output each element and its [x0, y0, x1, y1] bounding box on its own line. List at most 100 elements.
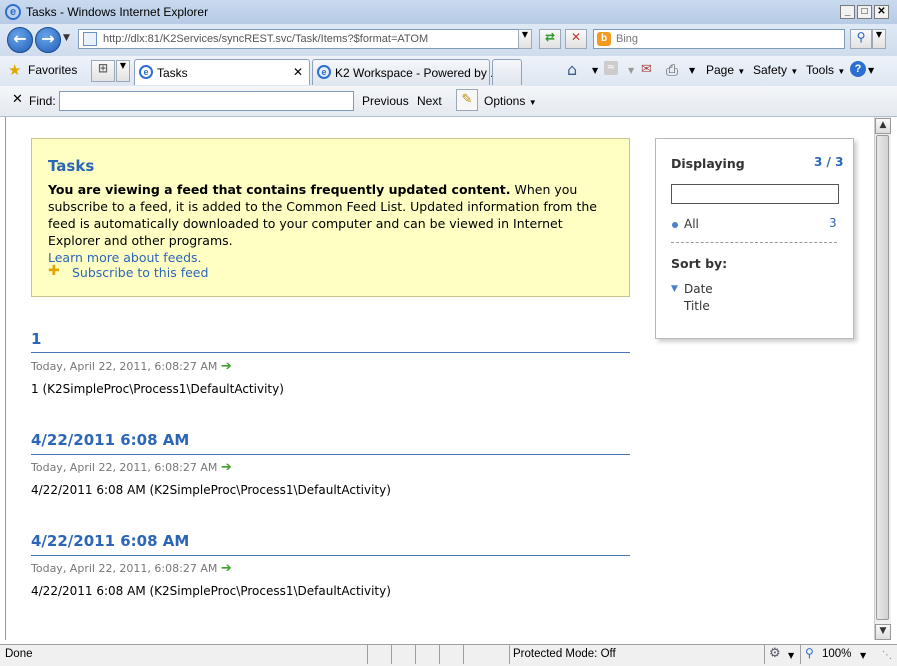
close-window-button[interactable]: ✕	[874, 5, 889, 19]
feed-item-date-text: Today, April 22, 2011, 6:08:27 AM	[31, 562, 218, 575]
close-tab-icon[interactable]: ✕	[293, 65, 303, 79]
help-dropdown-icon[interactable]: ▼	[868, 66, 874, 75]
page-menu[interactable]: Page ▼	[706, 63, 745, 77]
read-mail-icon[interactable]: ✉	[641, 62, 652, 77]
stop-icon[interactable]: ✕	[565, 29, 587, 49]
minimize-button[interactable]: _	[840, 5, 855, 19]
ie-tab-icon: e	[317, 65, 331, 79]
feed-item-date: Today, April 22, 2011, 6:08:27 AM ➔	[31, 561, 232, 576]
title-bar: e Tasks - Windows Internet Explorer _ □ …	[0, 0, 897, 25]
find-next-button[interactable]: Next	[417, 94, 442, 108]
feeds-icon[interactable]: ≈	[604, 61, 618, 75]
safety-menu-label: Safety	[753, 63, 788, 77]
feed-item-divider	[31, 454, 630, 455]
feed-item-title[interactable]: 4/22/2011 6:08 AM	[31, 431, 189, 449]
learn-more-link[interactable]: Learn more about feeds.	[48, 250, 202, 265]
panel-divider	[671, 242, 837, 243]
feed-item-divider	[31, 352, 630, 353]
feed-item-date-text: Today, April 22, 2011, 6:08:27 AM	[31, 461, 218, 474]
status-pane	[391, 645, 415, 664]
feed-item-title[interactable]: 1	[31, 330, 41, 348]
address-dropdown-button[interactable]: ▼	[518, 29, 532, 49]
refresh-icon[interactable]: ⇄	[539, 29, 561, 49]
maximize-button[interactable]: □	[857, 5, 872, 19]
tools-menu[interactable]: Tools ▼	[806, 63, 845, 77]
filter-all-count: 3	[829, 216, 837, 230]
status-pane	[415, 645, 439, 664]
tab-tasks[interactable]: e Tasks ✕	[134, 59, 310, 85]
new-tab-button[interactable]	[492, 59, 522, 85]
bullet-icon	[672, 222, 678, 228]
feed-item-date: Today, April 22, 2011, 6:08:27 AM ➔	[31, 460, 232, 475]
page-icon	[83, 32, 97, 46]
feed-item-body: 4/22/2011 6:08 AM (K2SimpleProc\Process1…	[31, 584, 391, 598]
status-text: Done	[5, 648, 33, 660]
favorites-button[interactable]: Favorites	[28, 63, 77, 77]
search-options-dropdown[interactable]: ▼	[872, 29, 886, 49]
zoom-level[interactable]: 100%	[822, 648, 851, 660]
tab-list-dropdown[interactable]: ▼	[116, 60, 130, 82]
sort-by-label: Sort by:	[671, 256, 728, 271]
feeds-dropdown-icon[interactable]: ▼	[628, 66, 634, 75]
tab-k2-workspace[interactable]: e K2 Workspace - Powered by ...	[312, 59, 500, 85]
print-icon[interactable]: ⎙	[666, 61, 678, 79]
banner-description: You are viewing a feed that contains fre…	[48, 181, 618, 266]
find-options-label: Options	[484, 94, 526, 108]
ie-logo-icon: e	[5, 4, 21, 20]
subscribe-link[interactable]: Subscribe to this feed	[72, 265, 208, 280]
find-input[interactable]	[59, 91, 354, 111]
help-icon[interactable]: ?	[850, 61, 866, 77]
filter-all-link[interactable]: All	[684, 217, 699, 231]
sort-by-date[interactable]: Date	[684, 282, 713, 296]
ie-tab-icon: e	[139, 65, 153, 79]
resize-grip-icon[interactable]: ⋱	[882, 650, 892, 661]
address-input[interactable]: http://dlx:81/K2Services/syncREST.svc/Ta…	[78, 29, 532, 49]
subscribe-feed-icon: ✚	[48, 263, 60, 279]
feed-filter-panel: Displaying 3 / 3 All 3 Sort by: ▼ Date T…	[655, 138, 854, 339]
close-find-icon[interactable]: ✕	[12, 92, 23, 107]
sort-by-title[interactable]: Title	[684, 299, 710, 313]
feed-item-date-text: Today, April 22, 2011, 6:08:27 AM	[31, 360, 218, 373]
sort-descending-icon: ▼	[671, 284, 678, 294]
go-arrow-icon[interactable]: ➔	[221, 460, 232, 475]
safety-menu[interactable]: Safety ▼	[753, 63, 798, 77]
go-arrow-icon[interactable]: ➔	[221, 561, 232, 576]
home-dropdown-icon[interactable]: ▼	[592, 66, 598, 75]
scroll-down-arrow[interactable]: ▼	[875, 624, 891, 640]
search-input[interactable]: b Bing	[593, 29, 845, 49]
status-pane	[463, 645, 509, 664]
security-dropdown-icon[interactable]: ▼	[788, 651, 794, 660]
find-options-button[interactable]: Options ▼	[484, 94, 537, 108]
banner-title: Tasks	[48, 157, 95, 175]
feed-item-body: 4/22/2011 6:08 AM (K2SimpleProc\Process1…	[31, 483, 391, 497]
status-pane	[439, 645, 463, 664]
scroll-thumb[interactable]	[876, 135, 889, 620]
find-previous-button[interactable]: Previous	[362, 94, 409, 108]
status-pane	[367, 645, 391, 664]
scroll-up-arrow[interactable]: ▲	[875, 118, 891, 134]
bing-icon: b	[597, 32, 611, 46]
page-menu-label: Page	[706, 63, 735, 77]
security-zone-icon[interactable]: ⚙	[769, 646, 781, 661]
window-title: Tasks - Windows Internet Explorer	[26, 5, 209, 19]
highlight-matches-icon[interactable]: ✎	[456, 89, 478, 111]
feed-item-body: 1 (K2SimpleProc\Process1\DefaultActivity…	[31, 382, 284, 396]
recent-pages-dropdown-icon[interactable]: ▼	[63, 33, 70, 43]
feed-info-banner: Tasks You are viewing a feed that contai…	[31, 138, 630, 297]
back-button[interactable]: ←	[7, 27, 33, 53]
go-arrow-icon[interactable]: ➔	[221, 359, 232, 374]
home-icon[interactable]: ⌂	[567, 60, 577, 79]
displaying-count: 3 / 3	[814, 155, 844, 169]
quick-tabs-icon[interactable]: ⊞	[91, 60, 115, 82]
search-placeholder: Bing	[616, 33, 639, 45]
banner-bold-text: You are viewing a feed that contains fre…	[48, 182, 511, 197]
search-icon[interactable]: ⚲	[850, 29, 872, 49]
feed-item-date: Today, April 22, 2011, 6:08:27 AM ➔	[31, 359, 232, 374]
zoom-icon[interactable]: ⚲	[805, 646, 814, 660]
filter-input[interactable]	[671, 184, 839, 204]
zoom-dropdown-icon[interactable]: ▼	[860, 651, 866, 660]
print-dropdown-icon[interactable]: ▼	[689, 66, 695, 75]
feed-item-title[interactable]: 4/22/2011 6:08 AM	[31, 532, 189, 550]
forward-button[interactable]: →	[35, 27, 61, 53]
protected-mode-text: Protected Mode: Off	[513, 648, 616, 660]
